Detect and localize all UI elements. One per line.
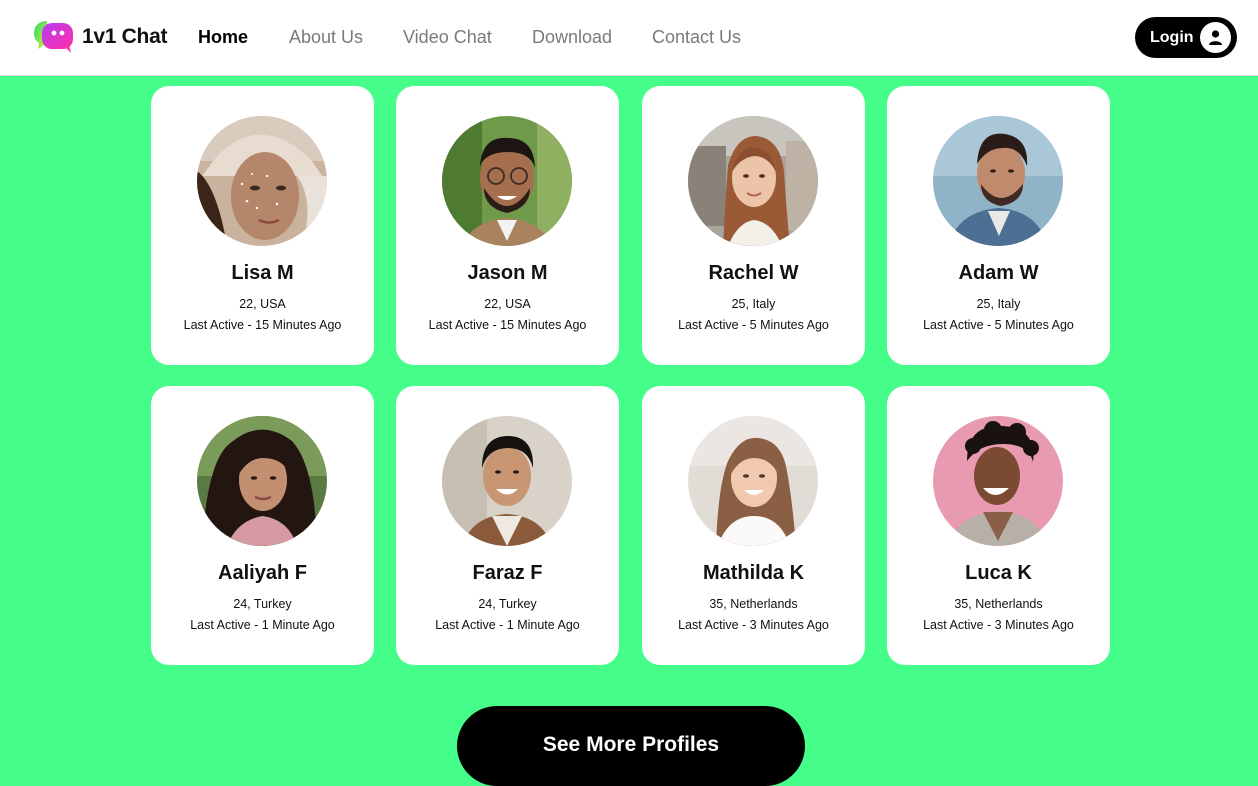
profile-last-active: Last Active - 15 Minutes Ago [183,318,342,332]
profile-last-active: Last Active - 5 Minutes Ago [923,318,1074,332]
profile-age-location: 25, Italy [731,297,776,311]
profile-card[interactable]: Adam W 25, Italy Last Active - 5 Minutes… [887,86,1110,365]
profile-age-location: 22, USA [484,297,531,311]
profile-name: Mathilda K [702,562,805,584]
profile-photo [197,416,327,546]
profile-photo [688,416,818,546]
profile-last-active: Last Active - 15 Minutes Ago [428,318,587,332]
chat-bubbles-logo-icon[interactable] [33,19,75,55]
nav-item-contact-us[interactable]: Contact Us [652,27,741,48]
nav-item-home[interactable]: Home [198,27,248,48]
profile-age-location: 35, Netherlands [709,597,798,611]
profile-photo [933,116,1063,246]
profile-name: Jason M [467,262,548,284]
user-icon [1200,22,1231,53]
nav-item-about-us[interactable]: About Us [289,27,363,48]
profile-name: Lisa M [231,262,294,284]
profile-age-location: 24, Turkey [233,597,292,611]
profile-card[interactable]: Luca K 35, Netherlands Last Active - 3 M… [887,386,1110,665]
profile-photo [442,416,572,546]
login-button[interactable]: Login [1135,17,1237,58]
profile-card[interactable]: Lisa M 22, USA Last Active - 15 Minutes … [151,86,374,365]
profile-age-location: 25, Italy [976,297,1021,311]
profile-card[interactable]: Faraz F 24, Turkey Last Active - 1 Minut… [396,386,619,665]
profile-photo [197,116,327,246]
profile-name: Aaliyah F [218,562,307,584]
profile-name: Luca K [965,562,1032,584]
profile-age-location: 35, Netherlands [954,597,1043,611]
profile-last-active: Last Active - 3 Minutes Ago [923,618,1074,632]
see-more-profiles-button[interactable]: See More Profiles [457,706,805,786]
nav-item-download[interactable]: Download [532,27,612,48]
login-label: Login [1150,29,1194,46]
profile-card[interactable]: Rachel W 25, Italy Last Active - 5 Minut… [642,86,865,365]
profile-name: Adam W [958,262,1039,284]
profile-last-active: Last Active - 1 Minute Ago [190,618,335,632]
profile-age-location: 24, Turkey [478,597,537,611]
profile-photo [933,416,1063,546]
profile-name: Rachel W [708,262,799,284]
profile-age-location: 22, USA [239,297,286,311]
profile-photo [688,116,818,246]
profile-name: Faraz F [472,562,543,584]
brand-name[interactable]: 1v1 Chat [82,25,167,49]
profile-card[interactable]: Jason M 22, USA Last Active - 15 Minutes… [396,86,619,365]
nav-item-video-chat[interactable]: Video Chat [403,27,492,48]
profile-last-active: Last Active - 3 Minutes Ago [678,618,829,632]
profile-last-active: Last Active - 5 Minutes Ago [678,318,829,332]
profile-card[interactable]: Aaliyah F 24, Turkey Last Active - 1 Min… [151,386,374,665]
profile-photo [442,116,572,246]
profile-last-active: Last Active - 1 Minute Ago [435,618,580,632]
profile-card[interactable]: Mathilda K 35, Netherlands Last Active -… [642,386,865,665]
top-navbar: 1v1 Chat Home About Us Video Chat Downlo… [0,0,1258,76]
